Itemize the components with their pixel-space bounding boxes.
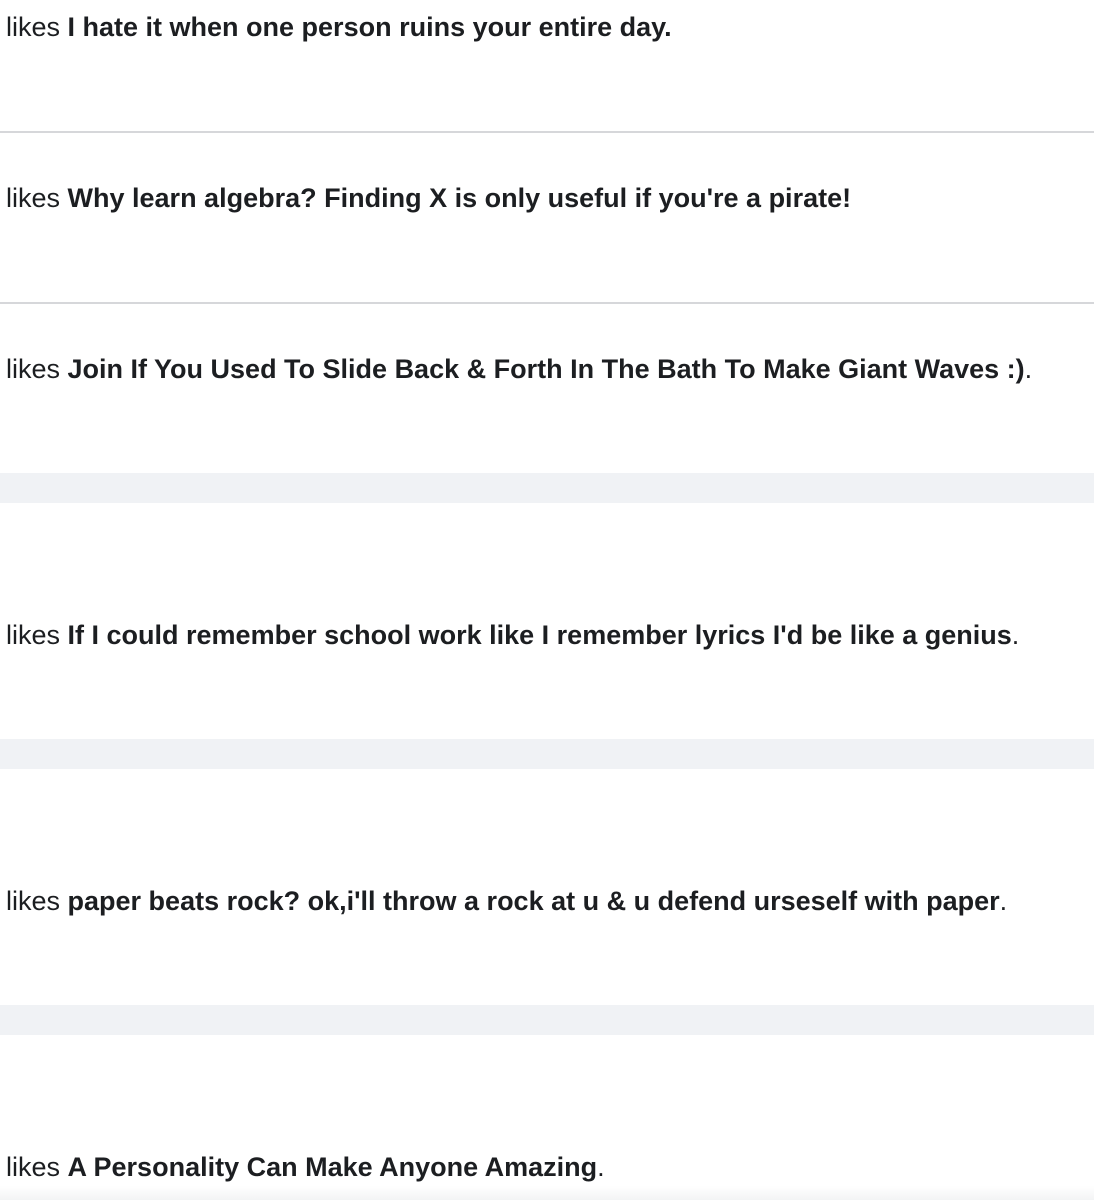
activity-verb: likes: [6, 183, 61, 213]
section-gap: [0, 473, 1094, 503]
activity-verb: likes: [6, 886, 61, 916]
liked-page-link[interactable]: A Personality Can Make Anyone Amazing: [68, 1152, 598, 1182]
activity-item: likes Join If You Used To Slide Back & F…: [0, 352, 1094, 386]
liked-page-link[interactable]: Join If You Used To Slide Back & Forth I…: [68, 354, 1025, 384]
activity-feed: likes I hate it when one person ruins yo…: [0, 0, 1094, 1200]
activity-item: likes Why learn algebra? Finding X is on…: [0, 181, 1094, 215]
liked-page-link[interactable]: If I could remember school work like I r…: [68, 620, 1012, 650]
liked-page-link[interactable]: paper beats rock? ok,i'll throw a rock a…: [68, 886, 1000, 916]
activity-item: likes If I could remember school work li…: [0, 618, 1094, 652]
section-gap: [0, 739, 1094, 769]
activity-verb: likes: [6, 620, 61, 650]
activity-verb: likes: [6, 354, 61, 384]
activity-item: likes A Personality Can Make Anyone Amaz…: [0, 1150, 1094, 1184]
liked-page-link[interactable]: Why learn algebra? Finding X is only use…: [68, 183, 852, 213]
activity-end-punct: .: [664, 12, 672, 42]
divider: [0, 302, 1094, 304]
activity-item: likes I hate it when one person ruins yo…: [0, 10, 1094, 44]
activity-verb: likes: [6, 1152, 61, 1182]
activity-end-punct: .: [597, 1152, 605, 1182]
activity-verb: likes: [6, 12, 61, 42]
activity-item: likes paper beats rock? ok,i'll throw a …: [0, 884, 1094, 918]
liked-page-link[interactable]: I hate it when one person ruins your ent…: [68, 12, 665, 42]
section-gap: [0, 1005, 1094, 1035]
activity-end-punct: .: [1024, 354, 1033, 384]
divider: [0, 131, 1094, 133]
bottom-fade: [0, 1186, 1094, 1200]
activity-end-punct: .: [1011, 620, 1020, 650]
activity-end-punct: .: [999, 886, 1008, 916]
